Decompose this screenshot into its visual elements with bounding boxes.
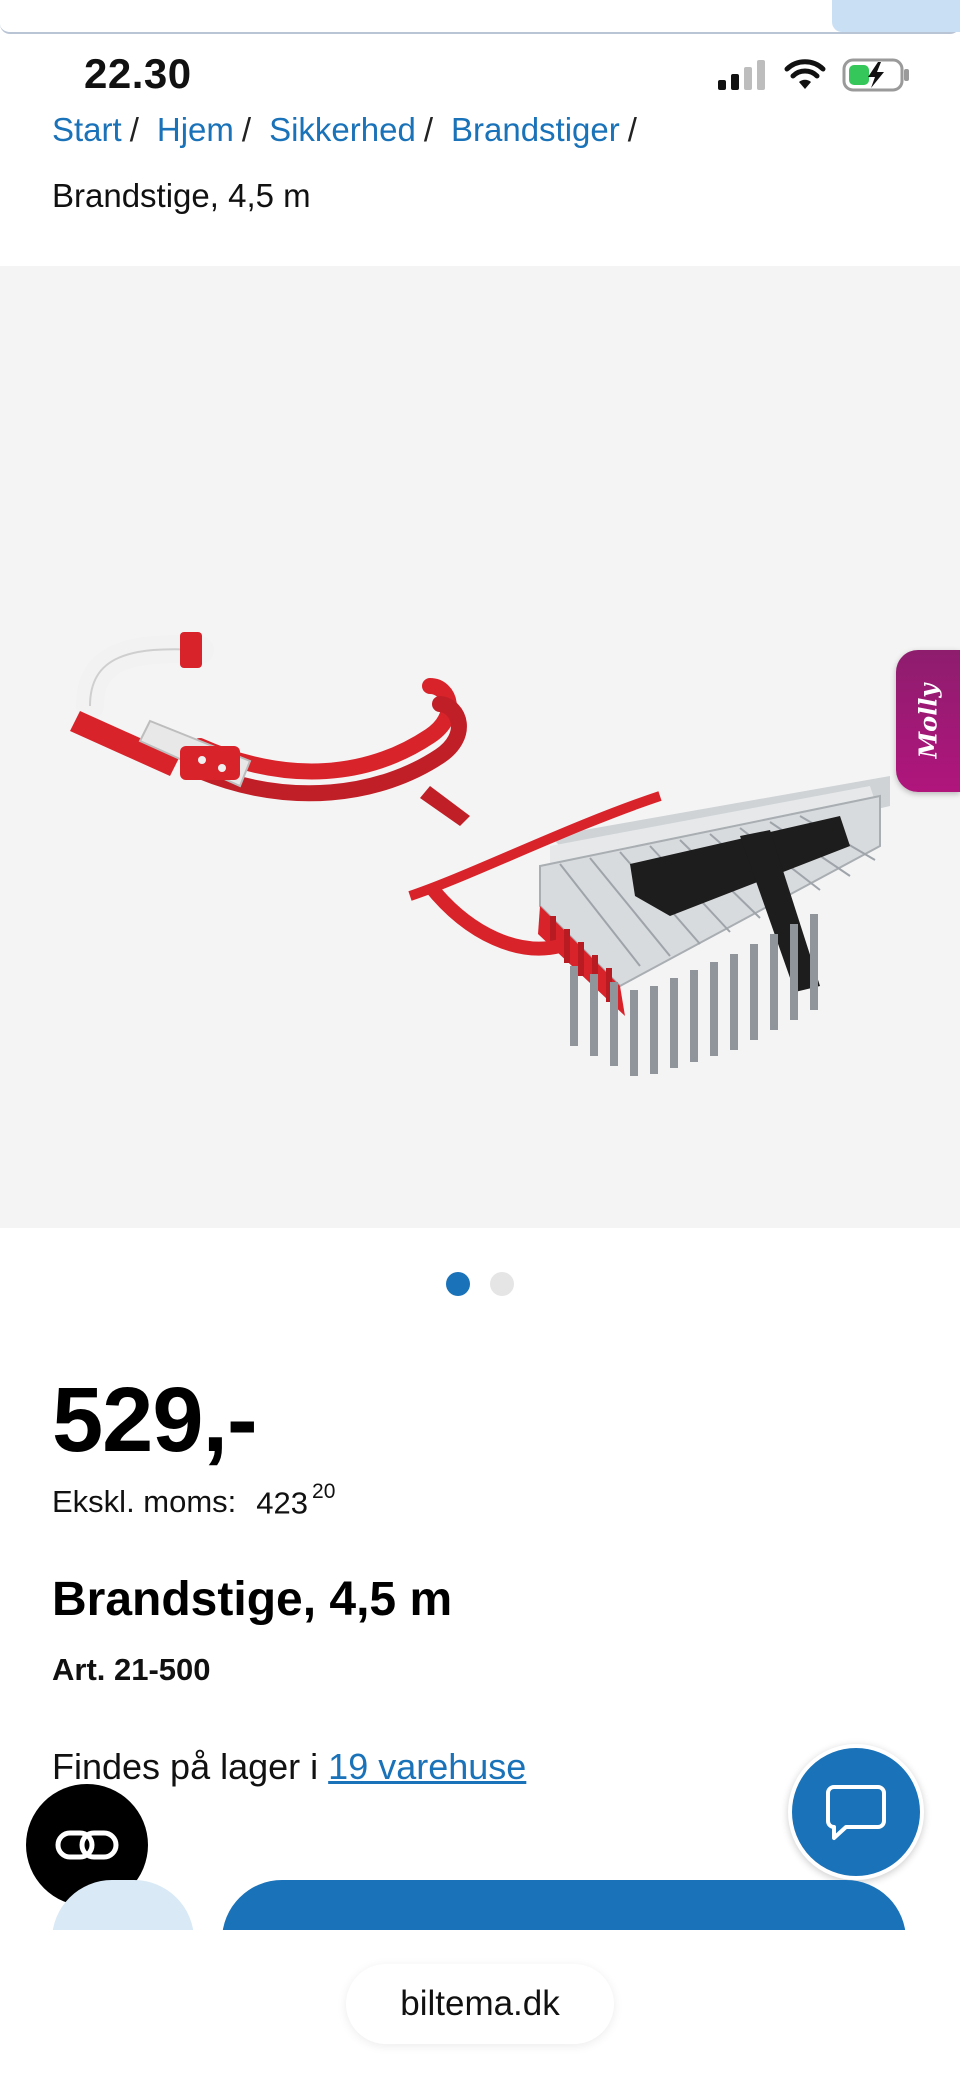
carousel-dot-2[interactable] (490, 1272, 514, 1296)
excl-vat-price: Ekskl. moms: 423 20 (52, 1480, 335, 1521)
top-browser-strip (0, 0, 960, 34)
chat-button[interactable] (788, 1744, 924, 1880)
action-buttons (0, 1880, 960, 1930)
breadcrumb: Start / Hjem / Sikkerhed / Brandstiger /… (52, 106, 932, 220)
breadcrumb-link-hjem[interactable]: Hjem (157, 106, 234, 154)
breadcrumb-current: Brandstige, 4,5 m (52, 177, 311, 214)
carousel-dots (0, 1272, 960, 1296)
breadcrumb-separator: / (241, 111, 252, 148)
breadcrumb-separator: / (423, 111, 433, 148)
excl-vat-amount: 423 20 (256, 1480, 335, 1521)
stock-warehouses-link[interactable]: 19 varehuse (328, 1746, 526, 1787)
product-price: 529,- (52, 1369, 258, 1471)
molly-assistant-tab[interactable]: Molly (896, 650, 960, 792)
excl-vat-decimals: 20 (312, 1480, 336, 1503)
breadcrumb-link-sikkerhed[interactable]: Sikkerhed (269, 106, 416, 154)
article-number: Art. 21-500 (52, 1652, 211, 1687)
battery-charging-icon (842, 58, 909, 92)
browser-url-bar[interactable]: biltema.dk (346, 1964, 614, 2044)
excl-vat-label: Ekskl. moms: (52, 1484, 237, 1519)
top-strip-tab[interactable] (832, 0, 960, 32)
product-image (70, 632, 890, 1076)
wifi-icon (784, 59, 826, 89)
status-time: 22.30 (84, 50, 192, 97)
stock-prefix: Findes på lager i (52, 1746, 319, 1787)
breadcrumb-separator: / (627, 111, 637, 148)
carousel-dot-1[interactable] (446, 1272, 470, 1296)
molly-label: Molly (913, 683, 943, 759)
product-title: Brandstige, 4,5 m (52, 1573, 453, 1626)
stock-info: Findes på lager i 19 varehuse (52, 1746, 526, 1788)
status-bar: 22.30 (0, 40, 960, 110)
breadcrumb-links: Start / Hjem / Sikkerhed / Brandstiger / (52, 106, 932, 154)
status-icons (716, 58, 912, 92)
breadcrumb-link-start[interactable]: Start (52, 106, 122, 154)
product-image-gallery[interactable]: Molly (0, 266, 960, 1228)
secondary-action-button[interactable] (52, 1880, 194, 1930)
cellular-signal-icon (718, 60, 765, 90)
excl-vat-main: 423 (256, 1485, 309, 1521)
breadcrumb-separator: / (129, 111, 139, 148)
reader-glasses-icon (55, 1830, 119, 1860)
breadcrumb-link-brandstiger[interactable]: Brandstiger (451, 106, 620, 154)
add-to-cart-button[interactable] (222, 1880, 906, 1930)
chat-bubble-icon (826, 1785, 886, 1840)
